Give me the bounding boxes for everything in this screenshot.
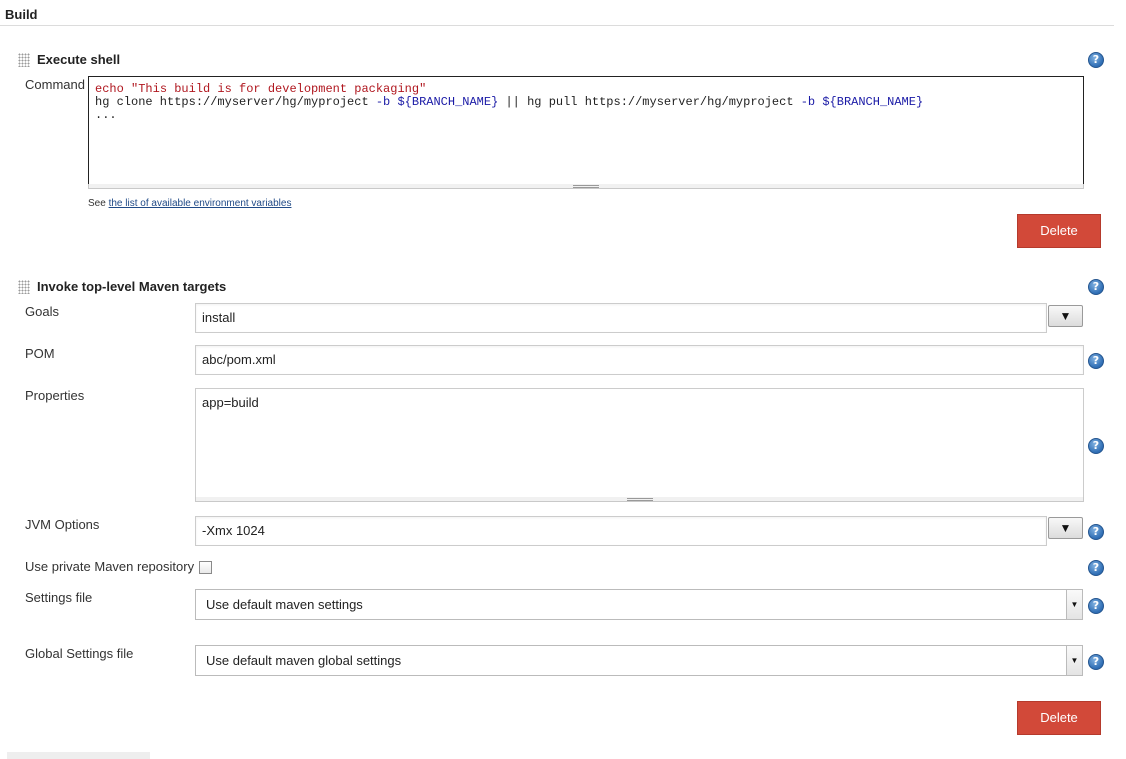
delete-execute-shell-button[interactable]: Delete xyxy=(1017,214,1101,248)
maven-step-title: Invoke top-level Maven targets xyxy=(37,279,227,294)
command-token: ... xyxy=(95,108,117,122)
pom-label: POM xyxy=(25,346,55,361)
command-token: echo xyxy=(95,82,132,96)
help-icon[interactable] xyxy=(1088,52,1104,68)
properties-resize-handle[interactable] xyxy=(195,497,1084,502)
help-icon[interactable] xyxy=(1088,353,1104,369)
section-divider xyxy=(0,25,1114,26)
command-token: -b ${BRANCH_NAME} xyxy=(800,95,924,109)
goals-input[interactable]: install xyxy=(195,303,1047,333)
add-build-step-button-edge[interactable] xyxy=(7,752,150,759)
chevron-down-icon: ▼ xyxy=(1059,521,1072,535)
jvm-options-label: JVM Options xyxy=(25,517,100,532)
help-icon[interactable] xyxy=(1088,598,1104,614)
drag-handle-icon[interactable] xyxy=(18,53,30,67)
drag-handle-icon[interactable] xyxy=(18,280,30,294)
help-icon[interactable] xyxy=(1088,524,1104,540)
env-note-prefix: See xyxy=(88,198,109,209)
help-icon[interactable] xyxy=(1088,560,1104,576)
command-label: Command xyxy=(25,77,85,92)
command-token: -b ${BRANCH_NAME} xyxy=(375,95,499,109)
help-icon[interactable] xyxy=(1088,654,1104,670)
properties-textarea[interactable]: app=build xyxy=(195,388,1084,498)
help-icon[interactable] xyxy=(1088,438,1104,454)
jvm-options-input[interactable]: -Xmx 1024 xyxy=(195,516,1047,546)
pom-input[interactable]: abc/pom.xml xyxy=(195,345,1084,375)
global-settings-file-value: Use default maven global settings xyxy=(206,653,402,668)
env-variables-link[interactable]: the list of available environment variab… xyxy=(109,198,292,209)
chevron-down-icon: ▼ xyxy=(1066,590,1082,619)
delete-maven-step-button[interactable]: Delete xyxy=(1017,701,1101,735)
global-settings-file-select[interactable]: Use default maven global settings ▼ xyxy=(195,645,1083,676)
settings-file-select[interactable]: Use default maven settings ▼ xyxy=(195,589,1083,620)
global-settings-file-label: Global Settings file xyxy=(25,646,134,661)
section-title: Build xyxy=(5,7,38,22)
chevron-down-icon: ▼ xyxy=(1059,309,1072,323)
goals-label: Goals xyxy=(25,304,59,319)
chevron-down-icon: ▼ xyxy=(1066,646,1082,675)
command-line: hg clone https://myserver/hg/myproject -… xyxy=(95,96,1077,109)
command-textarea[interactable]: echo "This build is for development pack… xyxy=(88,76,1084,185)
jvm-options-expand-button[interactable]: ▼ xyxy=(1048,517,1083,539)
goals-expand-button[interactable]: ▼ xyxy=(1048,305,1083,327)
command-resize-handle[interactable] xyxy=(88,184,1084,189)
command-token: hg clone https://myserver/hg/myproject xyxy=(95,95,376,109)
properties-label: Properties xyxy=(25,388,85,403)
env-variables-note: See the list of available environment va… xyxy=(88,198,291,209)
command-line: ... xyxy=(95,109,1077,122)
settings-file-label: Settings file xyxy=(25,590,93,605)
command-token: || hg pull https://myserver/hg/myproject xyxy=(498,95,801,109)
command-token: "This build is for development packaging… xyxy=(131,82,427,96)
help-icon[interactable] xyxy=(1088,279,1104,295)
settings-file-value: Use default maven settings xyxy=(206,597,363,612)
execute-shell-title: Execute shell xyxy=(37,52,121,67)
private-repo-checkbox[interactable] xyxy=(199,561,212,574)
private-repo-label: Use private Maven repository xyxy=(25,559,195,574)
